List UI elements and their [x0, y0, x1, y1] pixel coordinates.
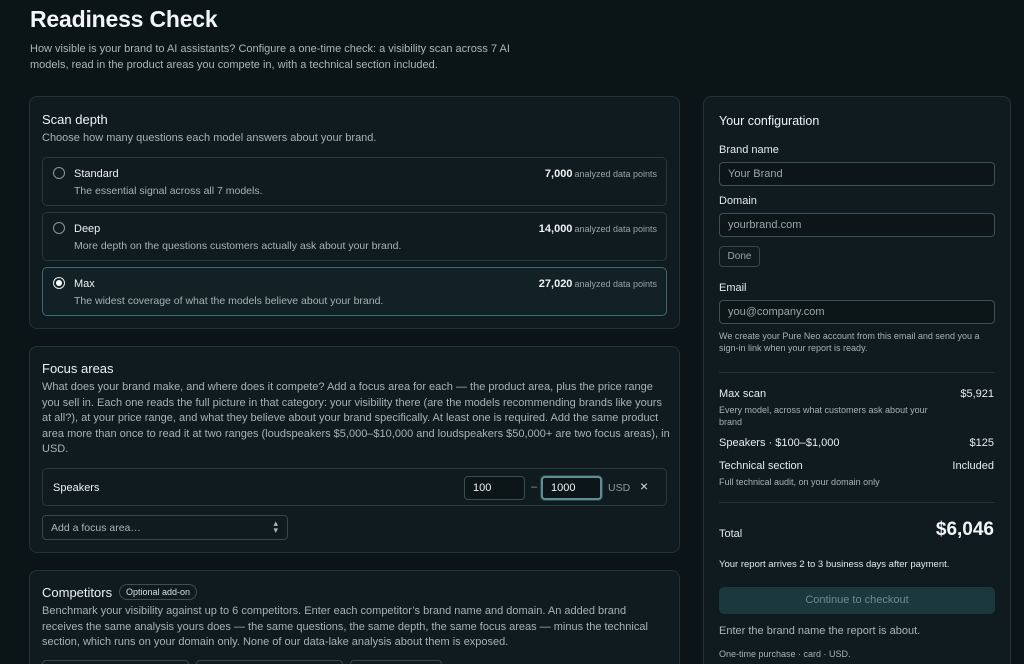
line-item-name: Max scan: [719, 388, 767, 400]
line-item-price: Included: [952, 460, 994, 472]
competitors-card: Competitors Optional add-on Benchmark yo…: [29, 570, 680, 664]
checkout-hint: Enter the brand name the report is about…: [719, 625, 921, 637]
competitors-description: Benchmark your visibility against up to …: [42, 605, 648, 648]
price-min-input[interactable]: [464, 476, 525, 500]
focus-areas-card: Focus areas What does your brand make, a…: [29, 346, 680, 553]
radio-icon[interactable]: [53, 167, 65, 179]
range-dash: –: [531, 481, 538, 493]
line-item-name: Speakers · $100–$1,000: [719, 437, 840, 449]
email-label: Email: [719, 282, 747, 294]
scan-option-standard[interactable]: Standard The essential signal across all…: [42, 157, 667, 206]
configuration-title: Your configuration: [719, 114, 820, 128]
scan-option-name: Standard: [74, 168, 119, 180]
add-focus-area-placeholder: Add a focus area…: [51, 522, 141, 534]
line-item-note: Every model, across what customers ask a…: [719, 405, 928, 427]
scan-option-name: Deep: [74, 223, 101, 235]
continue-to-checkout-button[interactable]: Continue to checkout: [719, 587, 995, 614]
scan-depth-subtitle: Choose how many questions each model ans…: [42, 132, 377, 144]
divider: [719, 372, 995, 373]
email-input[interactable]: [719, 300, 995, 324]
radio-selected-icon[interactable]: [53, 277, 65, 289]
brand-name-input[interactable]: [719, 162, 995, 186]
scan-option-desc: The essential signal across all 7 models…: [74, 185, 263, 197]
line-item-price: $125: [969, 437, 994, 449]
radio-icon[interactable]: [53, 222, 65, 234]
delivery-note: Your report arrives 2 to 3 business days…: [719, 559, 950, 570]
domain-input[interactable]: [719, 213, 995, 237]
close-icon[interactable]: ×: [640, 478, 648, 494]
optional-addon-badge: Optional add-on: [119, 584, 198, 600]
scan-option-points: 7,000 analyzed data points: [544, 168, 657, 180]
total-value: $6,046: [935, 519, 994, 540]
page-intro: How visible is your brand to AI assistan…: [30, 43, 510, 71]
scan-option-deep[interactable]: Deep More depth on the questions custome…: [42, 212, 667, 261]
focus-area-row: Speakers – USD ×: [42, 468, 667, 506]
purchase-fineprint: One-time purchase · card · USD.: [719, 649, 851, 659]
scan-option-points: 27,020 analyzed data points: [538, 278, 657, 290]
divider: [719, 502, 995, 503]
scan-option-name: Max: [74, 278, 95, 290]
competitor-domain-input[interactable]: [196, 660, 343, 664]
competitors-title: Competitors: [42, 585, 113, 600]
add-competitor-button[interactable]: [350, 660, 442, 664]
line-item-price: $5,921: [960, 388, 994, 400]
focus-areas-description: What does your brand make, and where doe…: [42, 381, 670, 455]
scan-depth-title: Scan depth: [42, 112, 108, 127]
scan-option-max[interactable]: Max The widest coverage of what the mode…: [42, 267, 667, 316]
scan-depth-card: Scan depth Choose how many questions eac…: [29, 96, 680, 329]
currency-label: USD: [608, 482, 631, 494]
email-note: We create your Pure Neo account from thi…: [719, 331, 980, 353]
page-title: Readiness Check: [30, 6, 218, 32]
price-max-input[interactable]: [541, 476, 602, 500]
focus-areas-title: Focus areas: [42, 361, 114, 376]
scan-option-desc: The widest coverage of what the models b…: [74, 295, 384, 307]
total-label: Total: [719, 528, 743, 540]
add-focus-area-select[interactable]: Add a focus area… ▴ ▾: [42, 515, 288, 540]
domain-label: Domain: [719, 195, 757, 207]
configuration-panel: Your configuration Brand name Domain Don…: [703, 96, 1011, 664]
focus-area-label: Speakers: [53, 482, 100, 494]
chevron-updown-icon: ▴ ▾: [273, 518, 278, 535]
brand-name-label: Brand name: [719, 144, 779, 156]
line-item-note: Full technical audit, on your domain onl…: [719, 477, 880, 487]
scan-option-points: 14,000 analyzed data points: [538, 223, 657, 235]
line-item-name: Technical section: [719, 460, 803, 472]
done-button[interactable]: Done: [719, 246, 760, 267]
scan-option-desc: More depth on the questions customers ac…: [74, 240, 402, 252]
competitor-brand-input[interactable]: [42, 660, 189, 664]
